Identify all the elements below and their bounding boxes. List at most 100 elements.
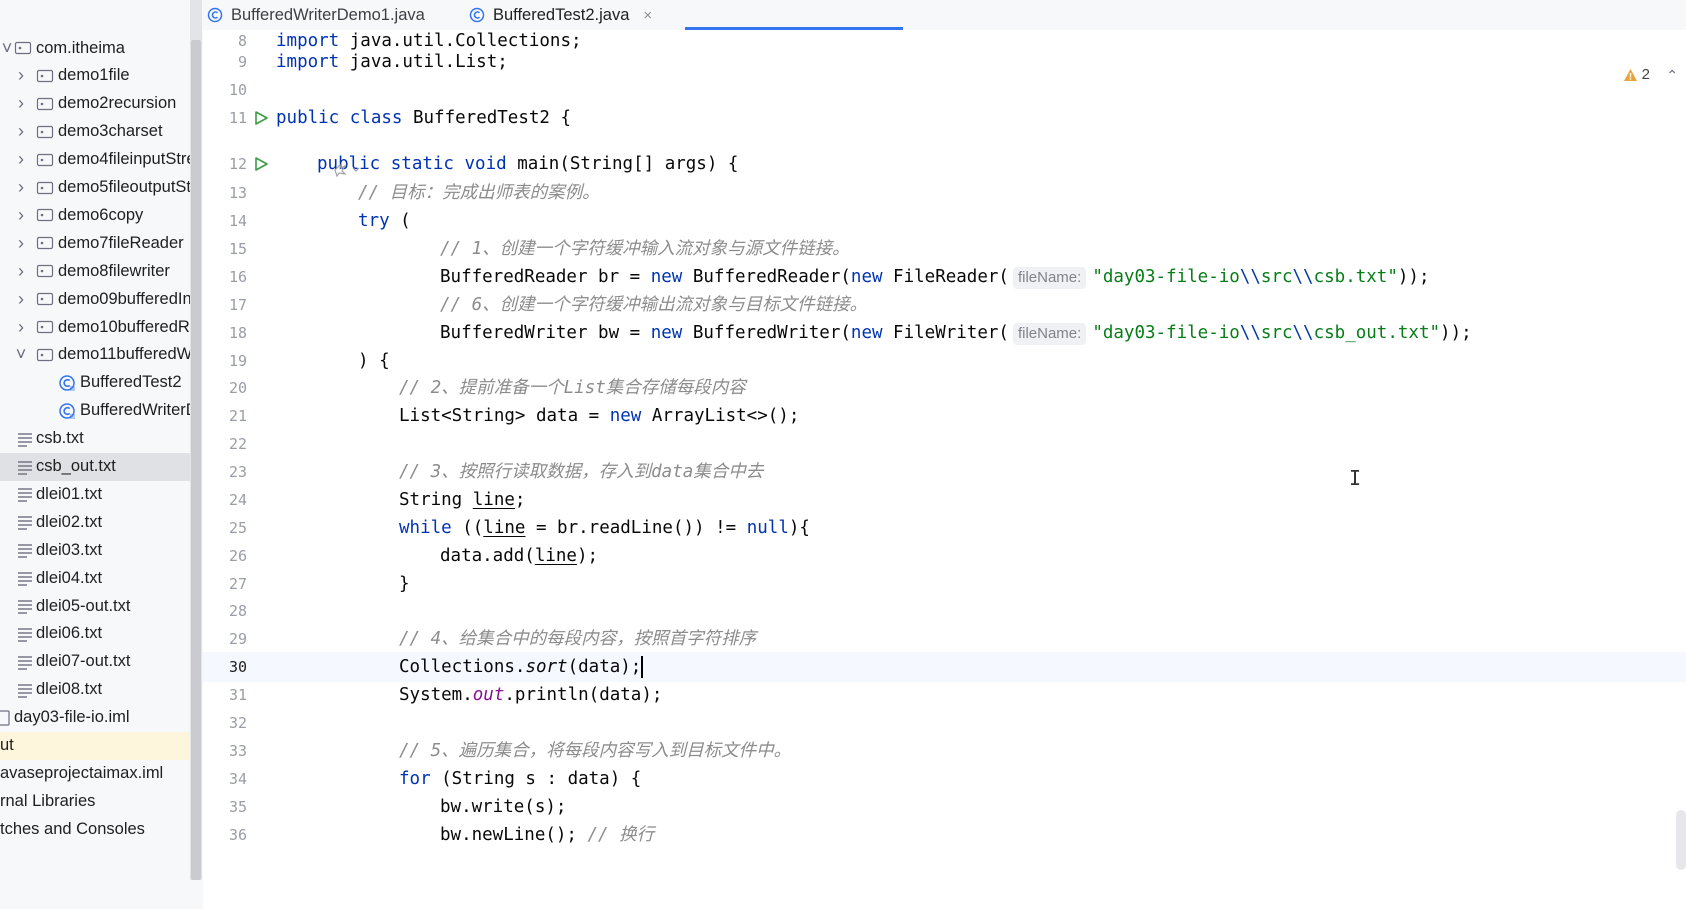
close-icon[interactable]: × bbox=[643, 7, 652, 24]
code-line[interactable]: 31 System.out.println(data); bbox=[203, 680, 1686, 710]
code-line[interactable]: 11 public class BufferedTest2 { bbox=[203, 103, 1686, 133]
tree-item[interactable]: BufferedTest2 bbox=[0, 369, 190, 397]
tree-item[interactable]: csb.txt bbox=[0, 425, 190, 453]
chevron-right-icon[interactable]: › bbox=[14, 121, 28, 142]
code-text: String line; bbox=[399, 485, 525, 515]
code-line[interactable]: 34 for (String s : data) { bbox=[203, 764, 1686, 794]
tree-item[interactable]: › demo5fileoutputSt bbox=[0, 174, 190, 202]
inspection-warnings-badge[interactable]: 2 bbox=[1623, 66, 1650, 83]
code-line[interactable]: 15 // 1、创建一个字符缓冲输入流对象与源文件链接。 bbox=[203, 234, 1686, 264]
tree-item[interactable]: day03-file-io.iml bbox=[0, 704, 190, 732]
tree-item[interactable]: dlei01.txt bbox=[0, 480, 190, 508]
line-number: 34 bbox=[228, 770, 247, 788]
code-token: \\ bbox=[1239, 267, 1261, 287]
tree-item[interactable]: › demo10bufferedRe bbox=[0, 313, 190, 341]
code-line[interactable]: 14 try ( bbox=[203, 206, 1686, 236]
code-line[interactable]: 33 // 5、遍历集合，将每段内容写入到目标文件中。 bbox=[203, 736, 1686, 766]
project-tree-scrollbar[interactable] bbox=[191, 40, 201, 880]
code-line[interactable]: 19) { bbox=[203, 346, 1686, 376]
tree-item[interactable]: › demo8filewriter bbox=[0, 257, 190, 285]
chevron-right-icon[interactable]: › bbox=[14, 233, 28, 253]
tree-item[interactable]: ut bbox=[0, 731, 190, 760]
code-line[interactable]: 21 List<String> data = new ArrayList<>(); bbox=[203, 401, 1686, 431]
tree-item[interactable]: rnal Libraries bbox=[0, 787, 190, 815]
code-line[interactable]: 27} bbox=[203, 569, 1686, 599]
tab-bufferedtest2[interactable]: BufferedTest2.java × bbox=[469, 0, 652, 30]
tree-item[interactable]: dlei08.txt bbox=[0, 676, 190, 704]
code-token: ( bbox=[389, 211, 411, 231]
code-line[interactable]: 18 BufferedWriter bw = new BufferedWriter… bbox=[203, 318, 1686, 348]
code-token: import bbox=[276, 52, 340, 72]
code-token: bw.write(s); bbox=[440, 797, 567, 817]
tree-item[interactable]: dlei05-out.txt bbox=[0, 592, 190, 620]
code-line[interactable]: 30 Collections.sort(data); bbox=[203, 652, 1686, 682]
chevron-right-icon[interactable]: › bbox=[14, 205, 28, 225]
code-editor[interactable]: 8 import java.util.Collections; 9 import ja… bbox=[203, 30, 1686, 909]
chevron-down-icon[interactable]: ˅ bbox=[0, 38, 14, 58]
tab-bufferedwriterdemo1[interactable]: BufferedWriterDemo1.java bbox=[207, 0, 425, 30]
package-folder-icon bbox=[36, 97, 54, 110]
chevron-right-icon[interactable]: › bbox=[14, 177, 28, 198]
chevron-right-icon[interactable]: › bbox=[14, 261, 28, 281]
chevron-right-icon[interactable]: › bbox=[14, 65, 28, 86]
tree-item[interactable]: › demo4fileinputStre bbox=[0, 146, 190, 174]
tree-item-label: dlei04.txt bbox=[36, 568, 103, 587]
tree-item[interactable]: ˅ com.itheima bbox=[0, 34, 190, 62]
code-token: BufferedTest2 { bbox=[402, 108, 572, 128]
tree-item[interactable]: dlei06.txt bbox=[0, 620, 190, 648]
code-line[interactable]: 22 bbox=[203, 429, 1686, 459]
package-folder-icon bbox=[36, 69, 54, 82]
chevron-right-icon[interactable]: › bbox=[14, 317, 28, 337]
tree-item[interactable]: ˅ demo11bufferedW bbox=[0, 341, 190, 369]
code-token: BufferedWriter( bbox=[682, 323, 851, 343]
code-line[interactable]: 35 bw.write(s); bbox=[203, 792, 1686, 822]
tree-item[interactable]: avaseprojectaimax.iml bbox=[0, 759, 190, 787]
code-text: bw.newLine(); // 换行 bbox=[440, 820, 654, 850]
tree-item[interactable]: › demo2recursion bbox=[0, 90, 190, 118]
tree-item[interactable]: BufferedWriterD bbox=[0, 397, 190, 425]
tree-item[interactable]: dlei07-out.txt bbox=[0, 648, 190, 676]
code-line[interactable]: 16 BufferedReader br = new BufferedReader… bbox=[203, 262, 1686, 292]
code-token: line bbox=[534, 546, 577, 566]
code-line[interactable]: 36 bw.newLine(); // 换行 bbox=[203, 820, 1686, 850]
tree-item[interactable]: csb_out.txt bbox=[0, 452, 190, 481]
run-icon[interactable] bbox=[253, 110, 269, 126]
code-line[interactable]: 20 // 2、提前准备一个List集合存储每段内容 bbox=[203, 373, 1686, 403]
tree-item[interactable]: dlei04.txt bbox=[0, 564, 190, 592]
chevron-down-icon[interactable]: ˅ bbox=[14, 344, 28, 365]
code-token: public class bbox=[276, 108, 403, 128]
chevron-right-icon[interactable]: › bbox=[14, 149, 28, 170]
tree-item[interactable]: › demo7fileReader bbox=[0, 229, 190, 257]
tree-item[interactable]: tches and Consoles bbox=[0, 815, 190, 843]
code-line[interactable]: 23 // 3、按照行读取数据，存入到data集合中去 bbox=[203, 457, 1686, 487]
tree-item[interactable]: dlei03.txt bbox=[0, 536, 190, 564]
line-number: 21 bbox=[228, 407, 247, 425]
code-line[interactable]: 10 bbox=[203, 75, 1686, 105]
tree-item[interactable]: dlei02.txt bbox=[0, 508, 190, 536]
code-line[interactable]: 24 String line; bbox=[203, 485, 1686, 515]
code-line[interactable]: 17 // 6、创建一个字符缓冲输出流对象与目标文件链接。 bbox=[203, 290, 1686, 320]
tree-item-label: com.itheima bbox=[36, 38, 125, 57]
code-line[interactable]: 9 import java.util.List; bbox=[203, 47, 1686, 77]
editor-scrollbar[interactable] bbox=[1676, 810, 1686, 870]
code-line[interactable]: 32 bbox=[203, 708, 1686, 738]
chevron-right-icon[interactable]: › bbox=[14, 93, 28, 114]
tree-item[interactable]: › demo09bufferedIn bbox=[0, 285, 190, 313]
code-text: try ( bbox=[358, 206, 411, 236]
line-number: 32 bbox=[228, 714, 247, 732]
code-line[interactable]: 13 // 目标：完成出师表的案例。 bbox=[203, 178, 1686, 208]
code-line[interactable]: 28 bbox=[203, 596, 1686, 626]
ai-assistant-icon[interactable] bbox=[333, 162, 363, 178]
tree-item[interactable]: › demo6copy bbox=[0, 201, 190, 229]
line-number: 20 bbox=[228, 379, 247, 397]
code-line[interactable]: 25 while ((line = br.readLine()) != null)… bbox=[203, 513, 1686, 543]
chevron-right-icon[interactable]: › bbox=[14, 289, 28, 309]
chevron-up-icon[interactable]: ⌃ bbox=[1666, 68, 1678, 84]
code-line[interactable]: 29 // 4、给集合中的每段内容，按照首字符排序 bbox=[203, 624, 1686, 654]
run-icon[interactable] bbox=[253, 156, 269, 172]
tree-item[interactable]: › demo1file bbox=[0, 62, 190, 90]
tree-item[interactable]: › demo3charset bbox=[0, 118, 190, 146]
code-line[interactable]: 26 data.add(line); bbox=[203, 541, 1686, 571]
package-folder-icon bbox=[14, 41, 32, 55]
code-line[interactable]: 12 public static void main(String[] args)… bbox=[203, 149, 1686, 179]
